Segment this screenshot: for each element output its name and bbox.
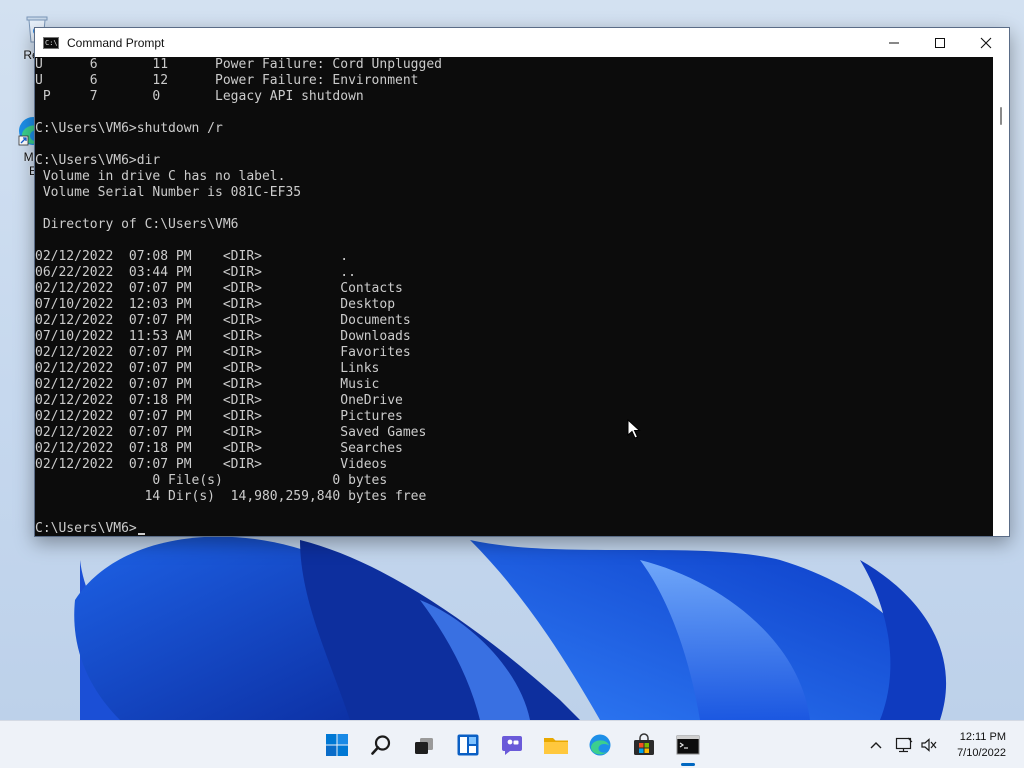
console-prompt: C:\Users\VM6>: [35, 521, 137, 536]
task-view-icon: [415, 738, 433, 754]
console-line: P 7 0 Legacy API shutdown: [35, 89, 364, 104]
console-output[interactable]: U 6 11 Power Failure: Cord Unplugged U 6 …: [35, 57, 993, 536]
window-titlebar[interactable]: C:\ Command Prompt: [35, 28, 1009, 57]
console-line: 02/12/2022 07:07 PM <DIR> Links: [35, 361, 380, 376]
mouse-pointer-icon: [627, 419, 641, 439]
console-line: 0 File(s) 0 bytes: [35, 473, 388, 488]
store-icon: [634, 733, 654, 755]
console-line: 02/12/2022 07:07 PM <DIR> Contacts: [35, 281, 403, 296]
widgets-button[interactable]: [452, 729, 484, 761]
cmd-icon: C:\: [43, 36, 59, 49]
console-line: 02/12/2022 07:07 PM <DIR> Videos: [35, 457, 388, 472]
console-line: C:\Users\VM6>dir: [35, 153, 161, 168]
network-icon: [895, 737, 913, 753]
chat-button[interactable]: [496, 729, 528, 761]
scrollbar-thumb[interactable]: [1000, 107, 1002, 125]
console-line: 07/10/2022 12:03 PM <DIR> Desktop: [35, 297, 396, 312]
console-line: U 6 11 Power Failure: Cord Unplugged: [35, 57, 442, 72]
edge-icon: [589, 734, 611, 756]
window-title: Command Prompt: [67, 35, 165, 50]
windows-logo-icon: [326, 734, 348, 756]
close-icon: [980, 37, 992, 48]
minimize-button[interactable]: [871, 28, 917, 57]
console-text: U 6 11 Power Failure: Cord Unplugged U 6 …: [35, 57, 993, 521]
network-button[interactable]: [894, 735, 914, 755]
folder-icon: [544, 738, 568, 754]
search-button[interactable]: [365, 729, 397, 761]
command-prompt-taskbar-button[interactable]: [672, 729, 704, 761]
active-app-indicator: [681, 763, 695, 766]
console-line: Volume Serial Number is 081C-EF35: [35, 185, 302, 200]
console-line: 06/22/2022 03:44 PM <DIR> ..: [35, 265, 356, 280]
maximize-button[interactable]: [917, 28, 963, 57]
console-line: 02/12/2022 07:18 PM <DIR> Searches: [35, 441, 403, 456]
start-button[interactable]: [321, 729, 353, 761]
text-cursor: [137, 533, 145, 535]
volume-button[interactable]: [919, 735, 939, 755]
maximize-icon: [935, 37, 945, 48]
cmd-icon: [676, 735, 700, 755]
console-line: 02/12/2022 07:07 PM <DIR> Pictures: [35, 409, 403, 424]
task-view-button[interactable]: [408, 729, 440, 761]
close-button[interactable]: [963, 28, 1009, 57]
console-line: 02/12/2022 07:07 PM <DIR> Saved Games: [35, 425, 427, 440]
console-line: 02/12/2022 07:08 PM <DIR> .: [35, 249, 349, 264]
edge-button[interactable]: [584, 729, 616, 761]
console-prompt-line[interactable]: C:\Users\VM6>: [35, 521, 993, 536]
console-line: 02/12/2022 07:07 PM <DIR> Favorites: [35, 345, 411, 360]
show-hidden-icons-button[interactable]: [866, 735, 886, 755]
taskbar-clock[interactable]: 12:11 PM 7/10/2022: [957, 729, 1006, 761]
chevron-up-icon: [870, 742, 882, 749]
console-line: 02/12/2022 07:07 PM <DIR> Music: [35, 377, 380, 392]
command-prompt-window[interactable]: C:\ Command Prompt U 6 11 Power Failure:…: [34, 27, 1010, 537]
widgets-icon: [457, 734, 479, 756]
clock-date: 7/10/2022: [957, 747, 1006, 759]
console-line: U 6 12 Power Failure: Environment: [35, 73, 419, 88]
search-icon: [371, 735, 391, 755]
file-explorer-button[interactable]: [540, 729, 572, 761]
volume-mute-icon: [921, 738, 937, 752]
chat-icon: [502, 736, 522, 755]
taskbar: 12:11 PM 7/10/2022: [0, 720, 1024, 768]
console-line: 14 Dir(s) 14,980,259,840 bytes free: [35, 489, 427, 504]
store-button[interactable]: [628, 729, 660, 761]
console-line: Directory of C:\Users\VM6: [35, 217, 239, 232]
console-line: 07/10/2022 11:53 AM <DIR> Downloads: [35, 329, 411, 344]
console-line: C:\Users\VM6>shutdown /r: [35, 121, 223, 136]
console-line: Volume in drive C has no label.: [35, 169, 286, 184]
console-scrollbar[interactable]: [993, 57, 1009, 536]
console-line: 02/12/2022 07:07 PM <DIR> Documents: [35, 313, 411, 328]
minimize-icon: [889, 42, 899, 43]
clock-time: 12:11 PM: [959, 731, 1006, 743]
console-line: 02/12/2022 07:18 PM <DIR> OneDrive: [35, 393, 403, 408]
